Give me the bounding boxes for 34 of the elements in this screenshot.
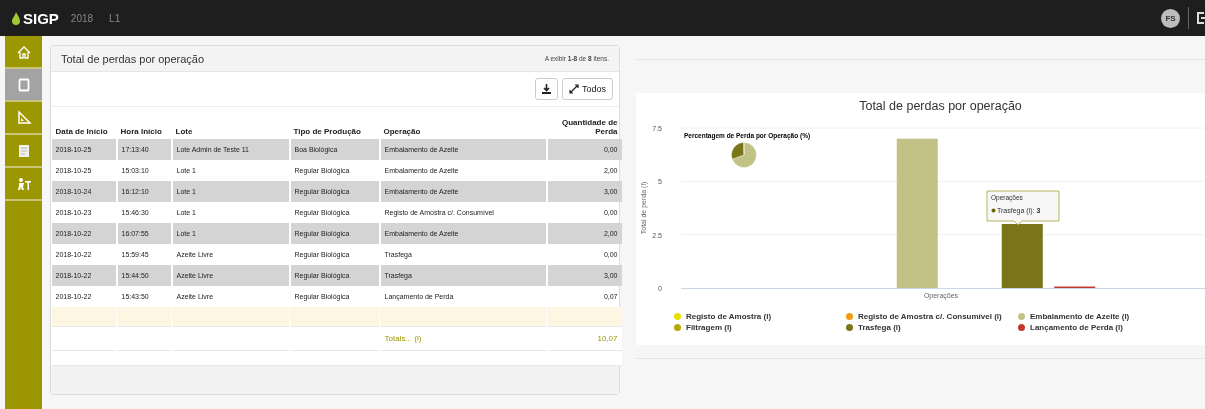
legend-item[interactable]: Embalamento de Azeite (l) (1018, 312, 1130, 321)
column-header[interactable]: Hora Início (116, 107, 172, 139)
panel-title: Total de perdas por operação (61, 52, 205, 65)
site-label[interactable]: L1 (109, 12, 121, 24)
column-header[interactable]: Tipo de Produção (289, 107, 380, 139)
legend-item[interactable]: Filtragem (l) (674, 323, 732, 332)
pie-chart-drawing (731, 142, 757, 168)
ruler-icon (15, 109, 32, 126)
legend-item[interactable]: Registo de Amostra (l) (674, 312, 772, 321)
totals-value: 10,07 (546, 326, 622, 351)
chart-title: Total de perdas por operação (859, 99, 1022, 113)
column-header[interactable]: Lote (171, 107, 290, 139)
year-label[interactable]: 2018 (70, 12, 94, 24)
legend-label: Trasfega (l) (858, 323, 901, 332)
column-header[interactable]: Operação (379, 107, 547, 139)
legend-item[interactable]: Lançamento de Perda (l) (1018, 323, 1123, 332)
legend-label: Filtragem (l) (686, 323, 732, 332)
column-header[interactable]: Data de Início (51, 107, 117, 139)
sidebar-item[interactable] (5, 69, 42, 102)
expand-button[interactable]: Todos (561, 78, 613, 100)
expand-icon (568, 84, 579, 94)
user-avatar[interactable]: FS (1161, 8, 1180, 28)
worker-icon (15, 175, 32, 192)
column-header[interactable]: Quantidade de Perda (546, 107, 622, 139)
logout-icon[interactable] (1196, 12, 1205, 24)
leaf-logo-icon (12, 11, 20, 25)
download-icon (541, 84, 551, 94)
bar[interactable] (896, 138, 938, 288)
export-button[interactable] (534, 78, 558, 100)
legend-item[interactable]: Trasfega (l) (846, 323, 901, 332)
legend-item[interactable]: Registo de Amostra c/. Consumível (l) (846, 312, 1002, 321)
bar[interactable] (1001, 224, 1043, 288)
app-name[interactable]: SIGP (23, 9, 59, 27)
totals-label: Totais... (l) (379, 326, 547, 351)
